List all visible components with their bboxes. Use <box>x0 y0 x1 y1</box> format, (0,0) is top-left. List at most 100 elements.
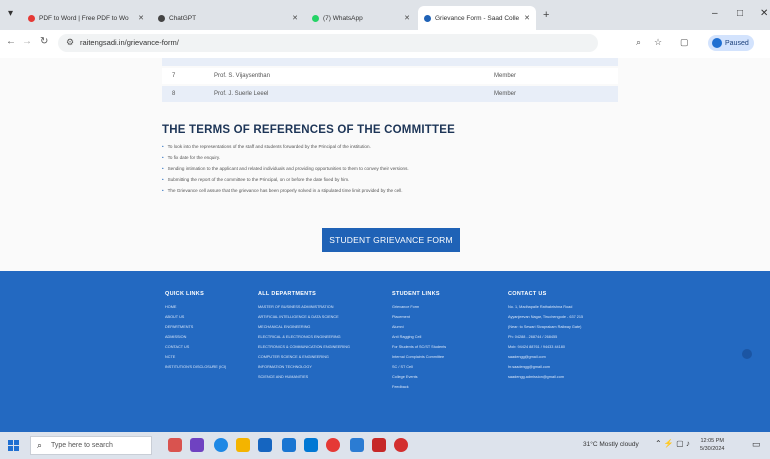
contact-email-link[interactable]: saadengg@gmail.com <box>508 352 583 362</box>
terms-item: Sending intimation to the applicant and … <box>162 166 409 171</box>
pdf-app-icon[interactable] <box>372 438 386 452</box>
close-tab-icon[interactable]: ✕ <box>524 14 530 22</box>
footer-link[interactable]: HOME <box>165 302 226 312</box>
profile-button[interactable]: Paused <box>708 35 754 51</box>
tab-label: (7) WhatsApp <box>323 14 363 22</box>
footer-link[interactable]: MASTER OF BUSINESS ADMINISTRATION <box>258 302 350 312</box>
footer-link[interactable]: SCIENCE AND HUMANITIES <box>258 372 350 382</box>
contact-line: (Near: to Sewari Sivaprakam Railway Gate… <box>508 325 582 329</box>
tab-chatgpt[interactable]: ChatGPT ✕ <box>152 6 304 30</box>
browser-tab-strip: ▾ PDF to Word | Free PDF to Wo ✕ ChatGPT… <box>0 0 770 30</box>
tab-grievance-form[interactable]: Grievance Form - Saad Colle ✕ <box>418 6 536 30</box>
taskbar-search-box[interactable]: ⌕ Type here to search <box>30 436 152 455</box>
clock-date: 5/30/2024 <box>700 446 725 452</box>
close-tab-icon[interactable]: ✕ <box>404 14 410 22</box>
footer-link[interactable]: Alumni <box>392 322 446 332</box>
tab-whatsapp[interactable]: (7) WhatsApp ✕ <box>306 6 416 30</box>
terms-item: To look into the representations of the … <box>162 144 371 149</box>
contact-us-heading: CONTACT US <box>508 291 547 297</box>
close-tab-icon[interactable]: ✕ <box>292 14 298 22</box>
footer-link[interactable]: For Students of SC/ST Students <box>392 342 446 352</box>
system-tray-icons[interactable]: ⌃ ⚡ ▢ ♪ <box>655 439 690 448</box>
row-role: Member <box>494 91 517 97</box>
footer-link[interactable]: College Events <box>392 372 446 382</box>
footer-link[interactable]: ABOUT US <box>165 312 226 322</box>
bookmark-star-icon[interactable]: ☆ <box>654 37 662 48</box>
mail-icon[interactable] <box>304 438 318 452</box>
word-icon[interactable] <box>350 438 364 452</box>
footer-link[interactable]: Feedback <box>392 382 446 392</box>
taskbar-app-icon[interactable] <box>282 438 296 452</box>
forward-icon[interactable]: → <box>22 36 32 47</box>
terms-item: To fix date for the enquiry. <box>162 155 221 160</box>
site-footer: QUICK LINKS HOME ABOUT US DEPARTMENTS AD… <box>0 271 770 432</box>
url-text: raitengsadi.in/grievance-form/ <box>80 38 179 47</box>
terms-item: The Grievance cell assure that the griev… <box>162 188 403 193</box>
browser-toolbar: ← → ↻ ⚙ raitengsadi.in/grievance-form/ ⌕… <box>0 30 770 59</box>
chrome-icon[interactable] <box>394 438 408 452</box>
row-sno: 7 <box>172 73 176 79</box>
taskbar-app-icon[interactable] <box>190 438 204 452</box>
footer-link[interactable]: Grievance Form <box>392 302 446 312</box>
edge-browser-icon[interactable] <box>214 438 228 452</box>
zoom-icon[interactable]: ⌕ <box>636 37 641 48</box>
footer-link[interactable]: Internal Complaints Committee <box>392 352 446 362</box>
footer-link[interactable]: ARTIFICIAL INTELLIGENCE & DATA SCIENCE <box>258 312 350 322</box>
whatsapp-favicon-icon <box>312 14 319 22</box>
row-sno: 8 <box>172 91 176 97</box>
footer-link[interactable]: Anti Ragging Cell <box>392 332 446 342</box>
extensions-icon[interactable]: ▢ <box>680 37 689 48</box>
chrome-icon[interactable] <box>326 438 340 452</box>
back-icon[interactable]: ← <box>6 36 16 47</box>
terms-item: Submitting the report of the committee t… <box>162 177 350 182</box>
tab-label: Grievance Form - Saad Colle <box>435 14 520 22</box>
contact-email-link[interactable]: saadengg.admission@gmail.com <box>508 372 583 382</box>
footer-link[interactable]: SC / ST Cell <box>392 362 446 372</box>
footer-link[interactable]: ADMISSION <box>165 332 226 342</box>
reload-icon[interactable]: ↻ <box>40 36 48 47</box>
chat-widget-icon[interactable] <box>742 349 752 359</box>
tab-label: PDF to Word | Free PDF to Wo <box>39 14 129 22</box>
footer-link[interactable]: ELECTRONICS & COMMUNICATION ENGINEERING <box>258 342 350 352</box>
footer-link[interactable]: INSTITUTION'S DISCLOSURE (ICI) <box>165 362 226 372</box>
quick-links-heading: QUICK LINKS <box>165 291 205 297</box>
weather-widget[interactable]: 31°C Mostly cloudy <box>583 441 639 448</box>
footer-link[interactable]: MECHANICAL ENGINEERING <box>258 322 350 332</box>
close-tab-icon[interactable]: ✕ <box>138 14 144 22</box>
store-icon[interactable] <box>258 438 272 452</box>
contact-line: Ph: 04288 - 268744 / 268455 <box>508 335 558 339</box>
row-name: Prof. J. Suerle Leeel <box>214 91 269 97</box>
contact-line: Ayyanjeevan Nagar, Tiruchengode - 637 21… <box>508 315 584 319</box>
footer-link[interactable]: INFORMATION TECHNOLOGY <box>258 362 350 372</box>
windows-start-icon[interactable] <box>8 440 19 451</box>
address-bar[interactable]: ⚙ raitengsadi.in/grievance-form/ <box>58 34 598 52</box>
site-info-icon[interactable]: ⚙ <box>66 37 74 48</box>
student-grievance-form-button[interactable]: STUDENT GRIEVANCE FORM <box>322 228 460 252</box>
footer-link[interactable]: CONTACT US <box>165 342 226 352</box>
tab-pdf-to-word[interactable]: PDF to Word | Free PDF to Wo ✕ <box>22 6 150 30</box>
avatar <box>712 38 722 48</box>
tab-label: ChatGPT <box>169 14 197 22</box>
footer-link[interactable]: ELECTRICAL & ELECTRONICS ENGINEERING <box>258 332 350 342</box>
file-explorer-icon[interactable] <box>236 438 250 452</box>
taskbar-clock[interactable]: 12:05 PM 5/30/2024 <box>700 437 724 453</box>
new-tab-icon[interactable]: + <box>543 9 549 21</box>
windows-taskbar: ⌕ Type here to search 31°C Mostly cloudy… <box>0 432 770 459</box>
footer-link[interactable]: DEPARTMENTS <box>165 322 226 332</box>
pdf-favicon-icon <box>28 14 35 22</box>
profile-label: Paused <box>725 39 749 47</box>
minimize-button[interactable]: – <box>712 8 718 19</box>
terms-heading: THE TERMS OF REFERENCES OF THE COMMITTEE <box>162 124 455 136</box>
taskbar-app-icon[interactable] <box>168 438 182 452</box>
contact-email-link[interactable]: hr.saadengg@gmail.com <box>508 362 583 372</box>
notifications-icon[interactable]: ▭ <box>752 439 761 450</box>
close-window-button[interactable]: ✕ <box>760 8 768 19</box>
footer-link[interactable]: COMPUTER SCIENCE & ENGINEERING <box>258 352 350 362</box>
footer-link[interactable]: Placement <box>392 312 446 322</box>
maximize-button[interactable]: □ <box>737 8 743 19</box>
tab-search-icon[interactable]: ▾ <box>8 8 13 19</box>
college-favicon-icon <box>424 14 431 22</box>
contact-line: No. 1, Madhapalle Rathakrishna Road <box>508 305 573 309</box>
footer-link[interactable]: NCTE <box>165 352 226 362</box>
chatgpt-favicon-icon <box>158 14 165 22</box>
